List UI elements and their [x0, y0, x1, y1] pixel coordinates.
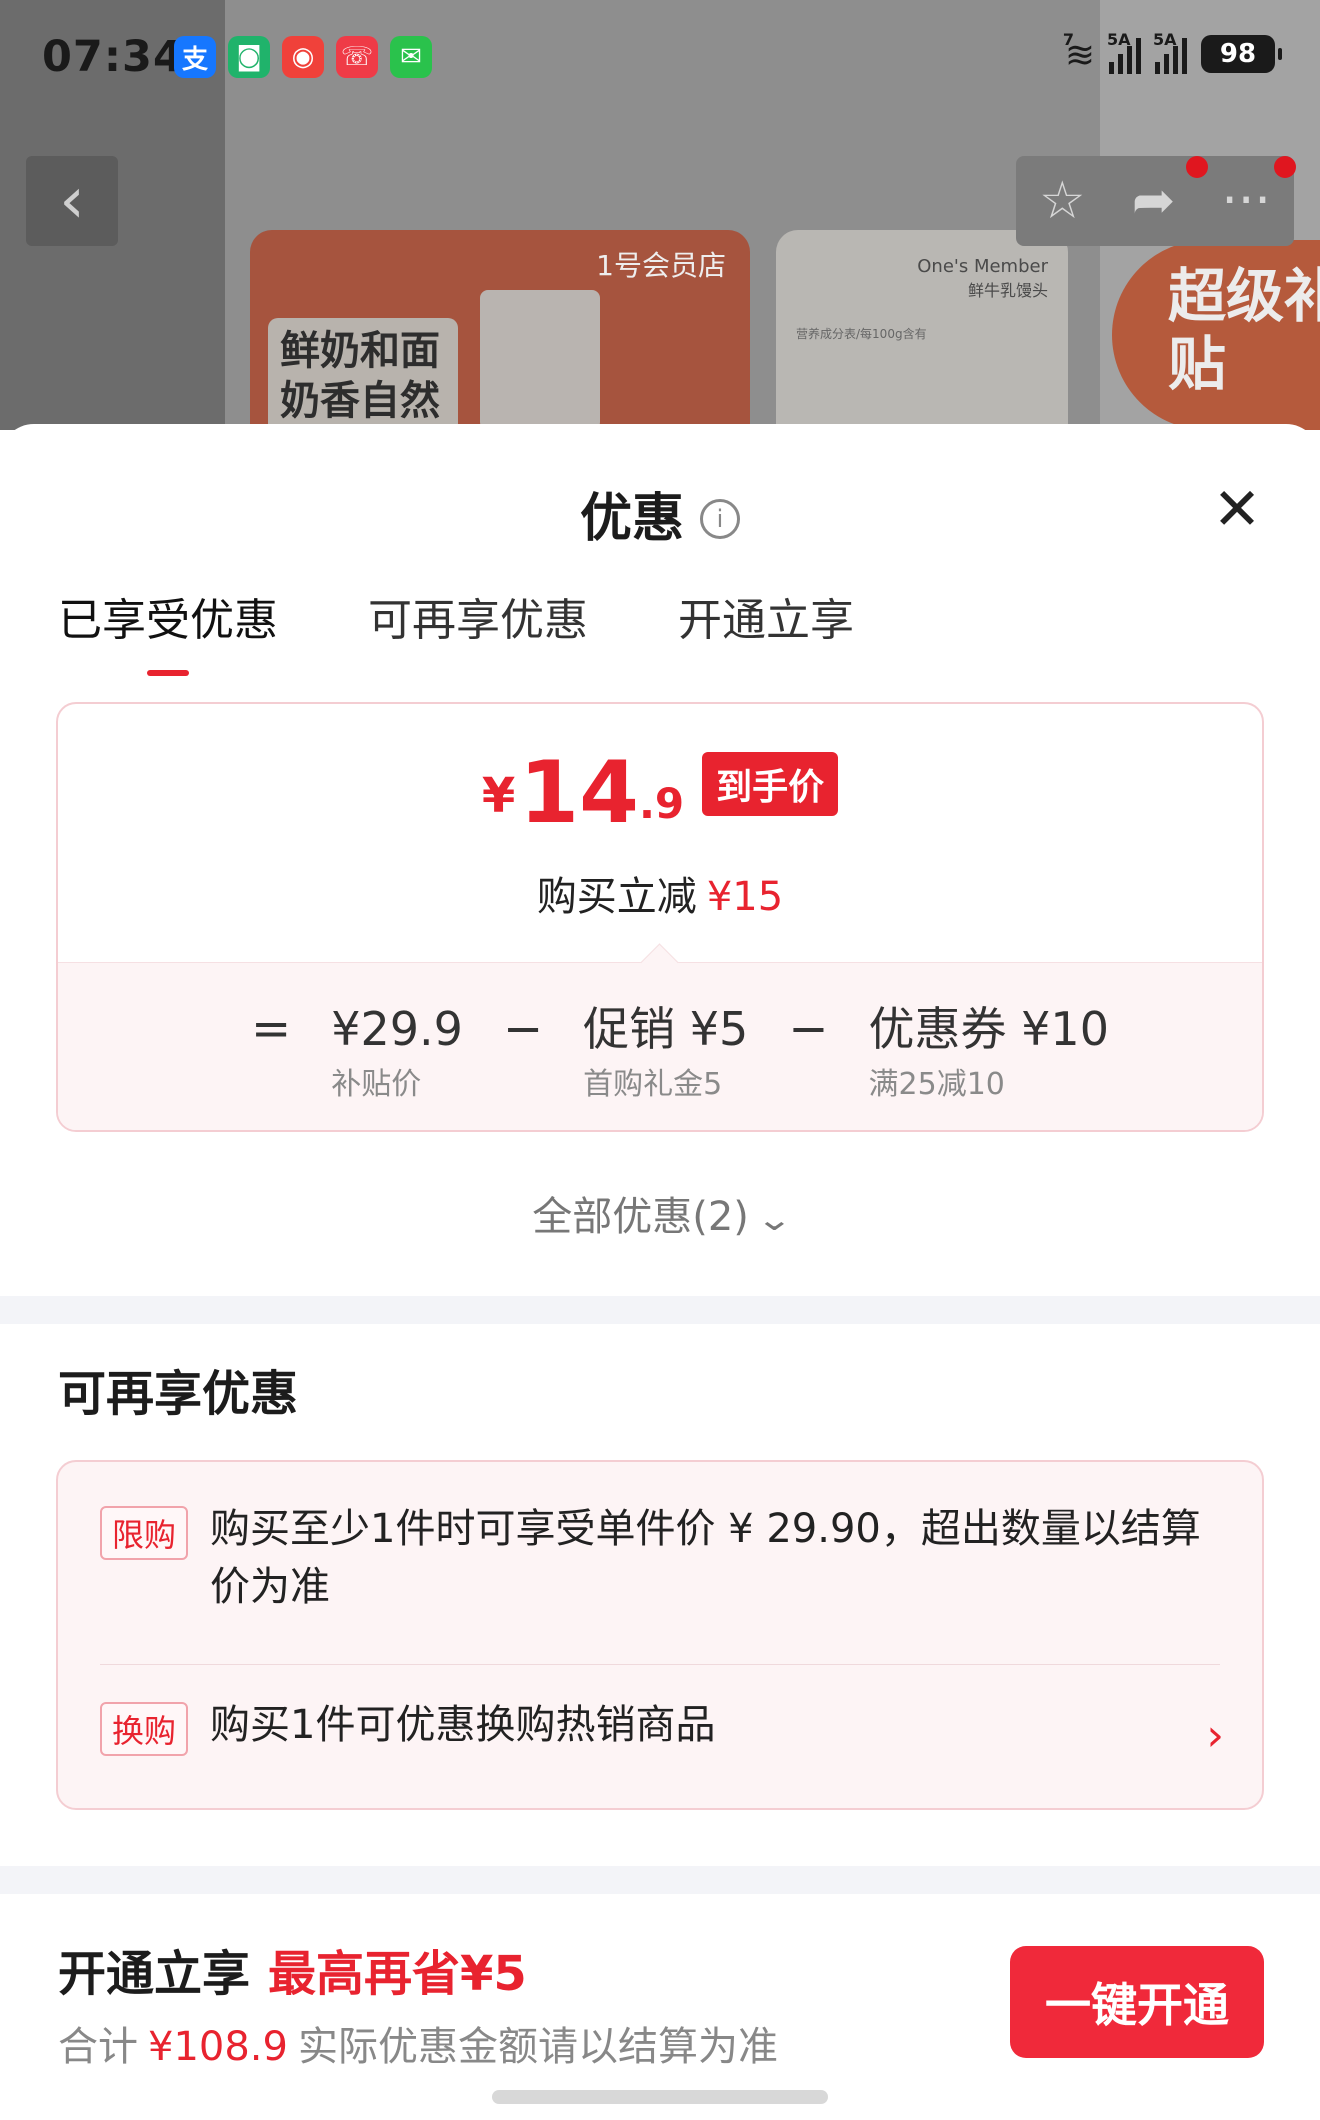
wechat-icon: ✉ [390, 36, 432, 78]
all-offers-toggle[interactable]: 全部优惠(2) ⌄ [0, 1184, 1320, 1242]
wifi-icon: 7 ≋ [1062, 30, 1095, 76]
available-offers-card: 限购 购买至少1件时可享受单件价 ¥ 29.90，超出数量以结算价为准 换购 购… [56, 1460, 1264, 1810]
offer-tag: 换购 [100, 1702, 189, 1756]
banner-brand: One's Member [917, 256, 1048, 277]
star-icon[interactable]: ☆ [1039, 171, 1086, 231]
equals-sign: = [251, 1001, 292, 1057]
offer-row-exchange[interactable]: 换购 购买1件可优惠换购热销商品 [100, 1696, 1220, 1756]
discount-sheet: 优惠 i ✕ 已享受优惠 可再享优惠 开通立享 ¥ 14 .9 到手价 购买立减 ¥… [0, 424, 1320, 2120]
battery-icon: 98 [1201, 35, 1282, 73]
tab-bar: 已享受优惠 可再享优惠 开通立享 [58, 584, 854, 676]
final-price: ¥ 14 .9 到手价 [58, 748, 1262, 838]
row-divider [100, 1664, 1220, 1665]
minus-sign: − [502, 1001, 544, 1057]
app-green-icon: ◙ [228, 36, 270, 78]
final-price-badge: 到手价 [702, 752, 839, 816]
section-divider [0, 1866, 1320, 1894]
status-bar: 07:34 支 ◙ ◉ ☏ ✉ 7 ≋ 5A 5A 98 [0, 0, 1320, 115]
milk-glass-image [480, 290, 600, 430]
product-banner-milk: 1号会员店 鲜奶和面奶香自然 [250, 230, 750, 430]
offer-tag: 限购 [100, 1506, 189, 1560]
subsidy-price: ¥29.9 补贴价 [331, 1002, 463, 1102]
offer-text: 购买至少1件时可享受单件价 ¥ 29.90，超出数量以结算价为准 [210, 1506, 1201, 1610]
tab-membership[interactable]: 开通立享 [678, 584, 854, 672]
activate-membership-button[interactable]: 一键开通 [1010, 1946, 1264, 2058]
alipay-icon: 支 [174, 36, 216, 78]
product-page-background: 1号会员店 鲜奶和面奶香自然 One's Member 鲜牛乳馒头 营养成分表/… [0, 0, 1320, 430]
banner-product-name: 鲜牛乳馒头 [967, 281, 1048, 300]
membership-title: 开通立享 最高再省¥5 [58, 1946, 527, 2002]
store-logo: 1号会员店 [596, 249, 726, 282]
notification-dot [1274, 156, 1296, 178]
nav-toolbar: ☆ ➦ ··· [1016, 156, 1294, 246]
super-subsidy-badge: 超级补贴 [1112, 240, 1320, 430]
chevron-down-icon: ⌄ [755, 1200, 794, 1238]
back-button[interactable]: ‹ [26, 156, 118, 246]
app-missed-call-icon: ☏ [336, 36, 378, 78]
share-icon[interactable]: ➦ [1132, 171, 1176, 231]
banner-label: 鲜奶和面奶香自然 [268, 318, 458, 430]
chevron-left-icon: ‹ [59, 164, 85, 238]
app-red-icon: ◉ [282, 36, 324, 78]
signal-icon: 5A [1153, 30, 1187, 74]
membership-summary: 合计 ¥108.9 实际优惠金额请以结算为准 [58, 2024, 778, 2070]
tab-enjoyed[interactable]: 已享受优惠 [58, 584, 278, 676]
nutrition-caption: 营养成分表/每100g含有 [796, 327, 927, 341]
section-title: 可再享优惠 [58, 1366, 299, 1422]
offer-text: 购买1件可优惠换购热销商品 [210, 1702, 716, 1748]
chevron-right-icon[interactable]: › [1206, 1710, 1224, 1761]
price-breakdown: = ¥29.9 补贴价 − 促销 ¥5 首购礼金5 − 优惠券 ¥10 满25减… [58, 962, 1262, 1130]
promotion-discount: 促销 ¥5 首购礼金5 [583, 1002, 749, 1102]
clock: 07:34 [42, 32, 184, 82]
sheet-title: 优惠 i [0, 476, 1320, 551]
minus-sign: − [788, 1001, 829, 1057]
tab-more-offers[interactable]: 可再享优惠 [368, 584, 588, 672]
coupon-discount: 优惠券 ¥10 满25减10 [868, 1002, 1109, 1102]
final-price-card: ¥ 14 .9 到手价 购买立减 ¥15 = ¥29.9 补贴价 − 促销 ¥5 … [56, 702, 1264, 1132]
section-divider [0, 1296, 1320, 1324]
signal-icon: 5A [1107, 30, 1141, 74]
notification-dot [1186, 156, 1208, 178]
offer-row-limit: 限购 购买至少1件时可享受单件价 ¥ 29.90，超出数量以结算价为准 [100, 1500, 1220, 1616]
close-icon[interactable]: ✕ [1210, 480, 1264, 538]
info-icon[interactable]: i [700, 499, 740, 539]
instant-reduction: 购买立减 ¥15 [536, 874, 784, 920]
home-indicator [492, 2090, 828, 2104]
more-icon[interactable]: ··· [1221, 171, 1271, 231]
product-banner-nutrition: One's Member 鲜牛乳馒头 营养成分表/每100g含有 [776, 230, 1068, 430]
